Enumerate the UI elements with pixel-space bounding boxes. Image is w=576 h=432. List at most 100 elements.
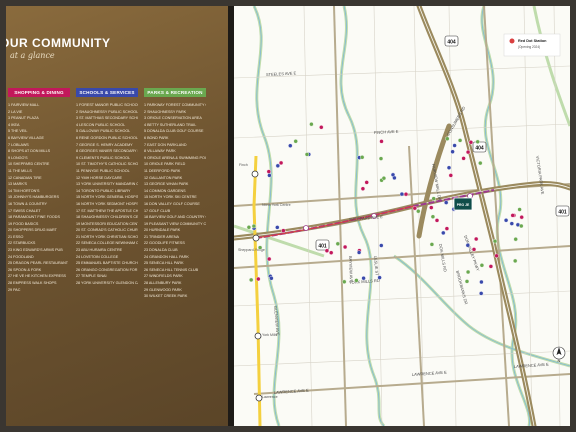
poi-marker[interactable] [444, 226, 450, 231]
list-item: 27 WINDFIELDS PARK [144, 274, 183, 279]
poi-marker[interactable] [473, 236, 479, 242]
poi-marker[interactable] [503, 218, 509, 223]
poi-marker[interactable] [457, 138, 463, 143]
street-label: DON MILLS RD [438, 243, 448, 272]
poi-marker[interactable] [293, 139, 298, 144]
poi-marker[interactable] [335, 241, 341, 247]
poi-marker[interactable] [475, 139, 480, 145]
poi-marker[interactable] [381, 175, 387, 181]
poi-marker[interactable] [429, 205, 434, 210]
poi-marker[interactable] [509, 221, 514, 226]
poi-marker[interactable] [416, 208, 421, 214]
poi-marker[interactable] [479, 279, 484, 285]
list-item: 12 GALLANTON PARK [144, 175, 183, 180]
poi-marker[interactable] [403, 191, 409, 197]
poi-marker[interactable] [478, 160, 483, 166]
poi-marker[interactable] [434, 218, 440, 223]
poi-marker[interactable] [309, 121, 314, 127]
poi-marker[interactable] [392, 175, 397, 181]
poi-marker[interactable] [360, 186, 366, 191]
poi-marker[interactable] [513, 236, 518, 242]
poi-marker[interactable] [465, 149, 471, 155]
poi-marker[interactable] [324, 248, 330, 253]
poi-marker[interactable] [519, 223, 524, 229]
poi-marker[interactable] [465, 243, 471, 248]
list-item: 20 ST. CONRAD'S CATHOLIC CHURCH [76, 228, 138, 233]
poi-marker[interactable] [429, 242, 435, 247]
poi-marker[interactable] [364, 180, 369, 185]
poi-marker[interactable] [328, 250, 334, 255]
poi-marker[interactable] [267, 173, 272, 178]
list-item: 22 GOODLIFE FITNESS [144, 241, 185, 246]
poi-marker[interactable] [342, 279, 347, 284]
poi-marker[interactable] [412, 205, 418, 211]
poi-marker[interactable] [513, 258, 518, 264]
poi-marker[interactable] [377, 275, 382, 280]
poi-marker[interactable] [479, 263, 485, 268]
poi-marker[interactable] [266, 169, 271, 174]
poi-marker[interactable] [269, 276, 274, 281]
poi-marker[interactable] [267, 256, 272, 262]
poi-marker[interactable] [517, 207, 522, 212]
poi-marker[interactable] [319, 125, 324, 130]
area-map[interactable]: 404 404 401 401 STEELES AVE E FINCH AVE … [234, 6, 570, 426]
list-item: 5 GALLOWAY PUBLIC SCHOOL [76, 129, 131, 134]
poi-marker[interactable] [256, 276, 261, 282]
poi-marker[interactable] [510, 213, 515, 218]
poi-marker[interactable] [304, 152, 310, 157]
poi-marker[interactable] [450, 149, 455, 154]
poi-marker[interactable] [431, 196, 436, 201]
poi-marker[interactable] [278, 160, 284, 166]
list-item: 13 MARK'S [8, 182, 27, 187]
poi-marker[interactable] [359, 155, 365, 160]
poi-marker[interactable] [288, 143, 293, 148]
station-marker-york-mills[interactable] [254, 332, 262, 340]
poi-marker[interactable] [354, 278, 359, 283]
poi-marker[interactable] [471, 247, 477, 252]
map-canvas: 404 404 401 401 STEELES AVE E FINCH AVE … [234, 6, 570, 426]
project-site-label: PRO JE [457, 203, 470, 207]
poi-marker[interactable] [446, 165, 452, 170]
poi-marker[interactable] [379, 139, 384, 144]
poi-marker[interactable] [257, 245, 263, 250]
poi-marker[interactable] [488, 264, 494, 269]
list-item: 1 FOREST MANOR PUBLIC SCHOOL [76, 103, 138, 107]
poi-marker[interactable] [519, 214, 524, 220]
poi-marker[interactable] [275, 225, 280, 230]
poi-marker[interactable] [378, 156, 384, 161]
poi-marker[interactable] [468, 140, 474, 145]
poi-marker[interactable] [342, 244, 348, 250]
poi-marker[interactable] [275, 163, 280, 169]
list-item: 22 SENECA COLLEGE NEWNHAM CAMPUS [76, 241, 138, 246]
station-label: Finch [239, 163, 248, 167]
station-marker-sheppard[interactable] [252, 234, 260, 242]
poi-marker[interactable] [478, 291, 484, 296]
poi-marker[interactable] [465, 269, 471, 275]
list-item: 11 PENNYDE PUBLIC SCHOOL [76, 168, 130, 173]
poi-marker[interactable] [251, 223, 257, 229]
poi-marker[interactable] [379, 243, 384, 248]
poi-marker[interactable] [399, 191, 405, 197]
list-item: 18 SHAUGHNESSY CHILDREN'S CENTRE [76, 215, 138, 220]
poi-marker[interactable] [246, 225, 252, 230]
poi-marker[interactable] [441, 230, 446, 236]
poi-marker[interactable] [281, 228, 286, 233]
poi-marker[interactable] [464, 279, 470, 284]
poi-marker[interactable] [443, 200, 449, 205]
poi-marker[interactable] [249, 277, 254, 283]
list-item: 20 SHOPPERS DRUG MART [8, 228, 57, 233]
station-marker-bayview[interactable] [303, 225, 309, 231]
list-item: 6 BAYVIEW VILLAGE [8, 135, 45, 140]
station-marker-finch[interactable] [251, 170, 259, 178]
list-item: 28 YORK UNIVERSITY GLENDON CAMPUS [76, 281, 138, 286]
poi-marker[interactable] [492, 238, 498, 244]
poi-marker[interactable] [461, 156, 466, 161]
poi-marker[interactable] [356, 250, 362, 255]
poi-marker[interactable] [361, 276, 366, 281]
list-item: 20 HURNDALE PARK [144, 228, 181, 233]
poi-marker[interactable] [430, 214, 436, 219]
poi-marker[interactable] [445, 136, 450, 141]
poi-marker[interactable] [448, 173, 454, 178]
poi-marker[interactable] [452, 143, 457, 148]
poi-marker[interactable] [494, 253, 499, 259]
